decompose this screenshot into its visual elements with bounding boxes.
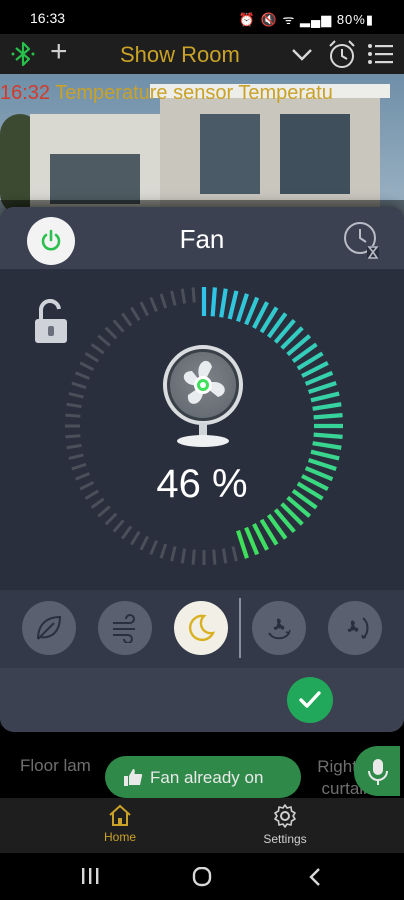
dial-tick-active <box>312 402 342 411</box>
dial-tick <box>66 443 82 450</box>
check-icon <box>299 691 321 708</box>
wind-icon <box>113 614 135 643</box>
dial-tick-active <box>307 381 337 395</box>
dial-tick-active <box>219 288 228 318</box>
voice-button[interactable] <box>354 746 400 796</box>
dial-tick <box>191 287 196 303</box>
bottom-navigation: Home Settings <box>0 798 404 853</box>
dial-tick <box>221 548 228 564</box>
fan-swing-side-icon <box>347 617 369 640</box>
add-room-button[interactable]: + <box>50 37 68 67</box>
chevron-down-icon[interactable] <box>290 42 314 66</box>
fan-swing-down-icon <box>268 618 291 640</box>
fan-icon <box>163 345 243 447</box>
dial-tick-active <box>312 441 342 450</box>
dialog-footer <box>0 668 404 732</box>
dial-tick <box>75 371 91 380</box>
dial-tick-active <box>227 290 239 320</box>
toast-message: Fan already on <box>105 756 301 798</box>
fan-speed-value: 46 % <box>156 462 248 506</box>
nav-home-label: Home <box>103 830 136 844</box>
status-bar: 16:33 ⏰ 🔇 ᯤ ▂▄▆ 80%▮ <box>0 0 404 34</box>
dialog-header: Fan <box>0 207 404 269</box>
dial-tick-active <box>310 449 340 461</box>
dial-tick <box>180 548 187 564</box>
dial-tick <box>79 361 95 372</box>
dial-tick <box>170 290 177 306</box>
dial-tick <box>104 512 118 526</box>
dial-tick <box>159 293 168 309</box>
nav-settings[interactable]: Settings <box>240 804 330 846</box>
dial-tick <box>112 519 125 533</box>
mode-divider <box>239 598 241 658</box>
toast-text: Fan already on <box>150 768 264 787</box>
dial-tick <box>212 549 217 565</box>
mode-swing-horizontal-button[interactable] <box>328 601 382 655</box>
marquee-time: 16:32 <box>0 82 51 104</box>
dial-tick <box>90 343 105 355</box>
dial-tick <box>68 453 84 460</box>
dial-tick <box>149 539 158 555</box>
dial-tick <box>180 288 187 304</box>
home-circle-icon[interactable] <box>192 867 212 887</box>
alarm-clock-icon[interactable] <box>327 38 357 70</box>
mode-bar <box>0 590 404 668</box>
dial-tick <box>71 381 87 390</box>
dial-tick <box>68 392 84 399</box>
dial-tick <box>121 312 133 327</box>
nav-settings-label: Settings <box>263 832 307 846</box>
bluetooth-icon[interactable] <box>10 40 36 68</box>
dial-tick-active <box>235 529 249 559</box>
back-icon[interactable] <box>308 867 322 887</box>
dial-tick <box>149 297 158 313</box>
dial-tick <box>139 535 150 551</box>
dial-tick <box>104 326 118 340</box>
dial-tick <box>97 334 111 347</box>
dial-tick <box>170 546 177 562</box>
mode-sleep-button[interactable] <box>174 601 228 655</box>
dial-tick-active <box>313 413 343 420</box>
gear-icon <box>274 804 296 828</box>
timer-icon[interactable] <box>342 220 382 260</box>
dial-tick <box>84 352 100 363</box>
dial-tick <box>112 319 125 333</box>
marquee-text: Temperature sensor Temperatu <box>55 82 333 104</box>
dial-tick-active <box>210 287 217 317</box>
fan-control-dialog: Fan 46 % <box>0 207 404 732</box>
dial-tick-active <box>310 391 340 403</box>
status-icons: ⏰ 🔇 ᯤ ▂▄▆ 80%▮ <box>238 12 374 27</box>
microphone-icon <box>368 759 388 785</box>
system-navigation-bar <box>0 853 404 900</box>
dial-tick <box>231 546 238 562</box>
dial-tick <box>130 530 141 546</box>
notification-marquee: 16:32 Temperature sensor Temperatu <box>0 82 404 108</box>
moon-icon <box>189 614 216 642</box>
confirm-button[interactable] <box>287 677 333 723</box>
app-header: + Show Room <box>0 34 404 74</box>
dial-tick <box>130 306 141 322</box>
dial-tick <box>191 549 196 565</box>
nav-home[interactable]: Home <box>75 804 165 844</box>
dial-tick <box>97 505 111 518</box>
recent-apps-icon[interactable] <box>80 867 100 885</box>
dial-tick-active <box>313 432 343 439</box>
thumbs-up-icon <box>124 769 143 786</box>
dial-tick <box>65 434 81 439</box>
leaf-icon <box>37 615 62 640</box>
status-time: 16:33 <box>30 10 66 26</box>
mode-swing-vertical-button[interactable] <box>252 601 306 655</box>
mode-eco-button[interactable] <box>22 601 76 655</box>
mode-breeze-button[interactable] <box>98 601 152 655</box>
dial-tick-active <box>235 293 249 323</box>
dial-tick <box>159 543 168 559</box>
dial-tick <box>65 413 81 418</box>
dial-tick <box>121 525 133 540</box>
dial-tick <box>66 402 82 409</box>
home-icon <box>109 804 131 826</box>
dial-tick <box>139 301 150 317</box>
list-menu-icon[interactable] <box>367 42 393 66</box>
room-title[interactable]: Show Room <box>120 42 240 68</box>
